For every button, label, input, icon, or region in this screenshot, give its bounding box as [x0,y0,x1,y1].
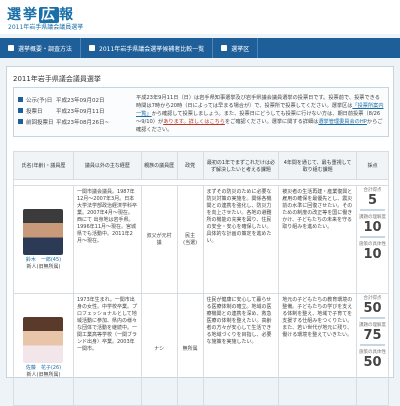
candidate-photo [23,317,64,363]
date-row-notice: 公示(予)日 平成23年09月02日 [18,94,128,105]
score-value: 75 [363,328,382,343]
issue2-cell: 被災者の生活再建・産業復興と雇用の確保を最優先とし、震災前の水準に回復させたい。… [278,185,357,294]
election-info: 公示(予)日 平成23年09月02日 投票日 平成23年09月11日 前回投票日 平成… [13,87,389,137]
party-cell: 民主 (当選) [176,185,204,294]
candidate-photo [23,209,64,255]
candidate-status: 新人(旧無所属) [26,264,61,270]
calendar-icon [18,119,23,124]
map-icon [221,45,228,51]
site-logo[interactable]: 選挙広報 [7,4,75,24]
election-title: 2011年岩手県議会議員選挙 [13,75,101,83]
career-cell: 1973年生まれ。一関市出身の女性。中学校卒業。プロフェッショナルとして地域活動… [72,293,142,406]
nav-item-district[interactable]: 選挙区 [213,38,259,58]
col-header: 採点 [356,151,389,180]
score-cell: 合計得点 5 課題の理解度 10 施策の具体性 10 [356,185,389,294]
score-value: 5 [367,193,378,208]
col-header: 4年間を通じて、最も重視して取り組む課題 [278,151,357,180]
score-value: 10 [363,247,382,262]
score-value: 50 [363,355,382,370]
nav-item-overview[interactable]: 選挙概要・調査方法 [0,38,82,58]
election-description: 平成23年9月11日（日）は岩手県知事選挙及び岩手県議会議員選挙の投票日です。投… [136,95,384,133]
list-icon [89,45,96,51]
date-row-early: 前回投票日 平成23年08月26日~ [18,116,128,127]
overview-icon [8,45,14,51]
family-cell: ナシ [140,293,178,406]
issue1-cell: まずその防災のために必要な防災対策の実施を。関係各機関との連携を強化し、防災力を… [202,185,280,294]
candidate-cell: 鈴木 一郎(45) 新人(旧無所属) [13,185,74,294]
score-value: 10 [363,220,382,235]
score-value: 50 [363,301,382,316]
issue2-cell: 地元の子どもたちの教育環境の整備。子どもたちの学びを支える体制を整え、地域で子育… [278,293,357,406]
table-header-row: 氏名(年齢)・議員歴 議員以外の主な経歴 親族の議員歴 政党 最初の1年でまずこ… [13,151,389,180]
score-cell: 合計得点 50 課題の理解度 75 施策の具体性 50 [356,293,389,406]
candidate-cell: 佐藤 花子(26) 新人(旧無所属) [13,293,74,406]
candidate-name[interactable]: 鈴木 一郎(45) [17,257,70,264]
content-panel: 2011年岩手県議会議員選挙 公示(予)日 平成23年09月02日 投票日 平成23… [6,66,394,406]
issue1-cell: 住民が健康に安心して暮らせる医療体制の確立。地域の医療機関との連携を深め、救急医… [202,293,280,406]
career-cell: 一関市議会議員。1987年12月～2007年3月。日本大学法学部政治経済学科卒業… [72,185,142,294]
main-nav: 選挙概要・調査方法 2011年岩手県議会選挙候補者比較一覧 選挙区 [0,38,400,58]
candidate-name[interactable]: 佐藤 花子(26) [17,365,70,372]
committee-link[interactable]: 選挙管理委員会のHP [318,119,367,125]
early-vote-link[interactable]: あります。詳しくはこちら [163,119,225,125]
col-header: 最初の1年でまずこれだけは必ず解決したいと考える課題 [202,151,280,180]
party-cell: 無所属 [176,293,204,406]
family-cell: 叔父が元村議 [140,185,178,294]
site-subtitle: 2011年岩手県議会議員選挙 [8,24,84,31]
col-header: 親族の議員歴 [140,151,178,180]
col-header: 氏名(年齢)・議員歴 [13,151,74,180]
candidate-table: 氏名(年齢)・議員歴 議員以外の主な経歴 親族の議員歴 政党 最初の1年でまずこ… [13,151,389,406]
election-dates: 公示(予)日 平成23年09月02日 投票日 平成23年09月11日 前回投票日 平成… [18,94,128,127]
calendar-icon [18,108,23,113]
calendar-icon [18,97,23,102]
table-row: 鈴木 一郎(45) 新人(旧無所属) 一関市議会議員。1987年12月～2007… [13,185,389,294]
col-header: 議員以外の主な経歴 [72,151,142,180]
nav-item-comparison[interactable]: 2011年岩手県議会選挙候補者比較一覧 [81,38,214,58]
candidate-status: 新人(旧無所属) [26,372,61,378]
col-header: 政党 [176,151,204,180]
table-row: 佐藤 花子(26) 新人(旧無所属) 1973年生まれ。一関市出身の女性。中学校… [13,293,389,406]
site-header: 選挙広報 2011年岩手県議会議員選挙 [0,0,400,34]
date-row-vote: 投票日 平成23年09月11日 [18,105,128,116]
